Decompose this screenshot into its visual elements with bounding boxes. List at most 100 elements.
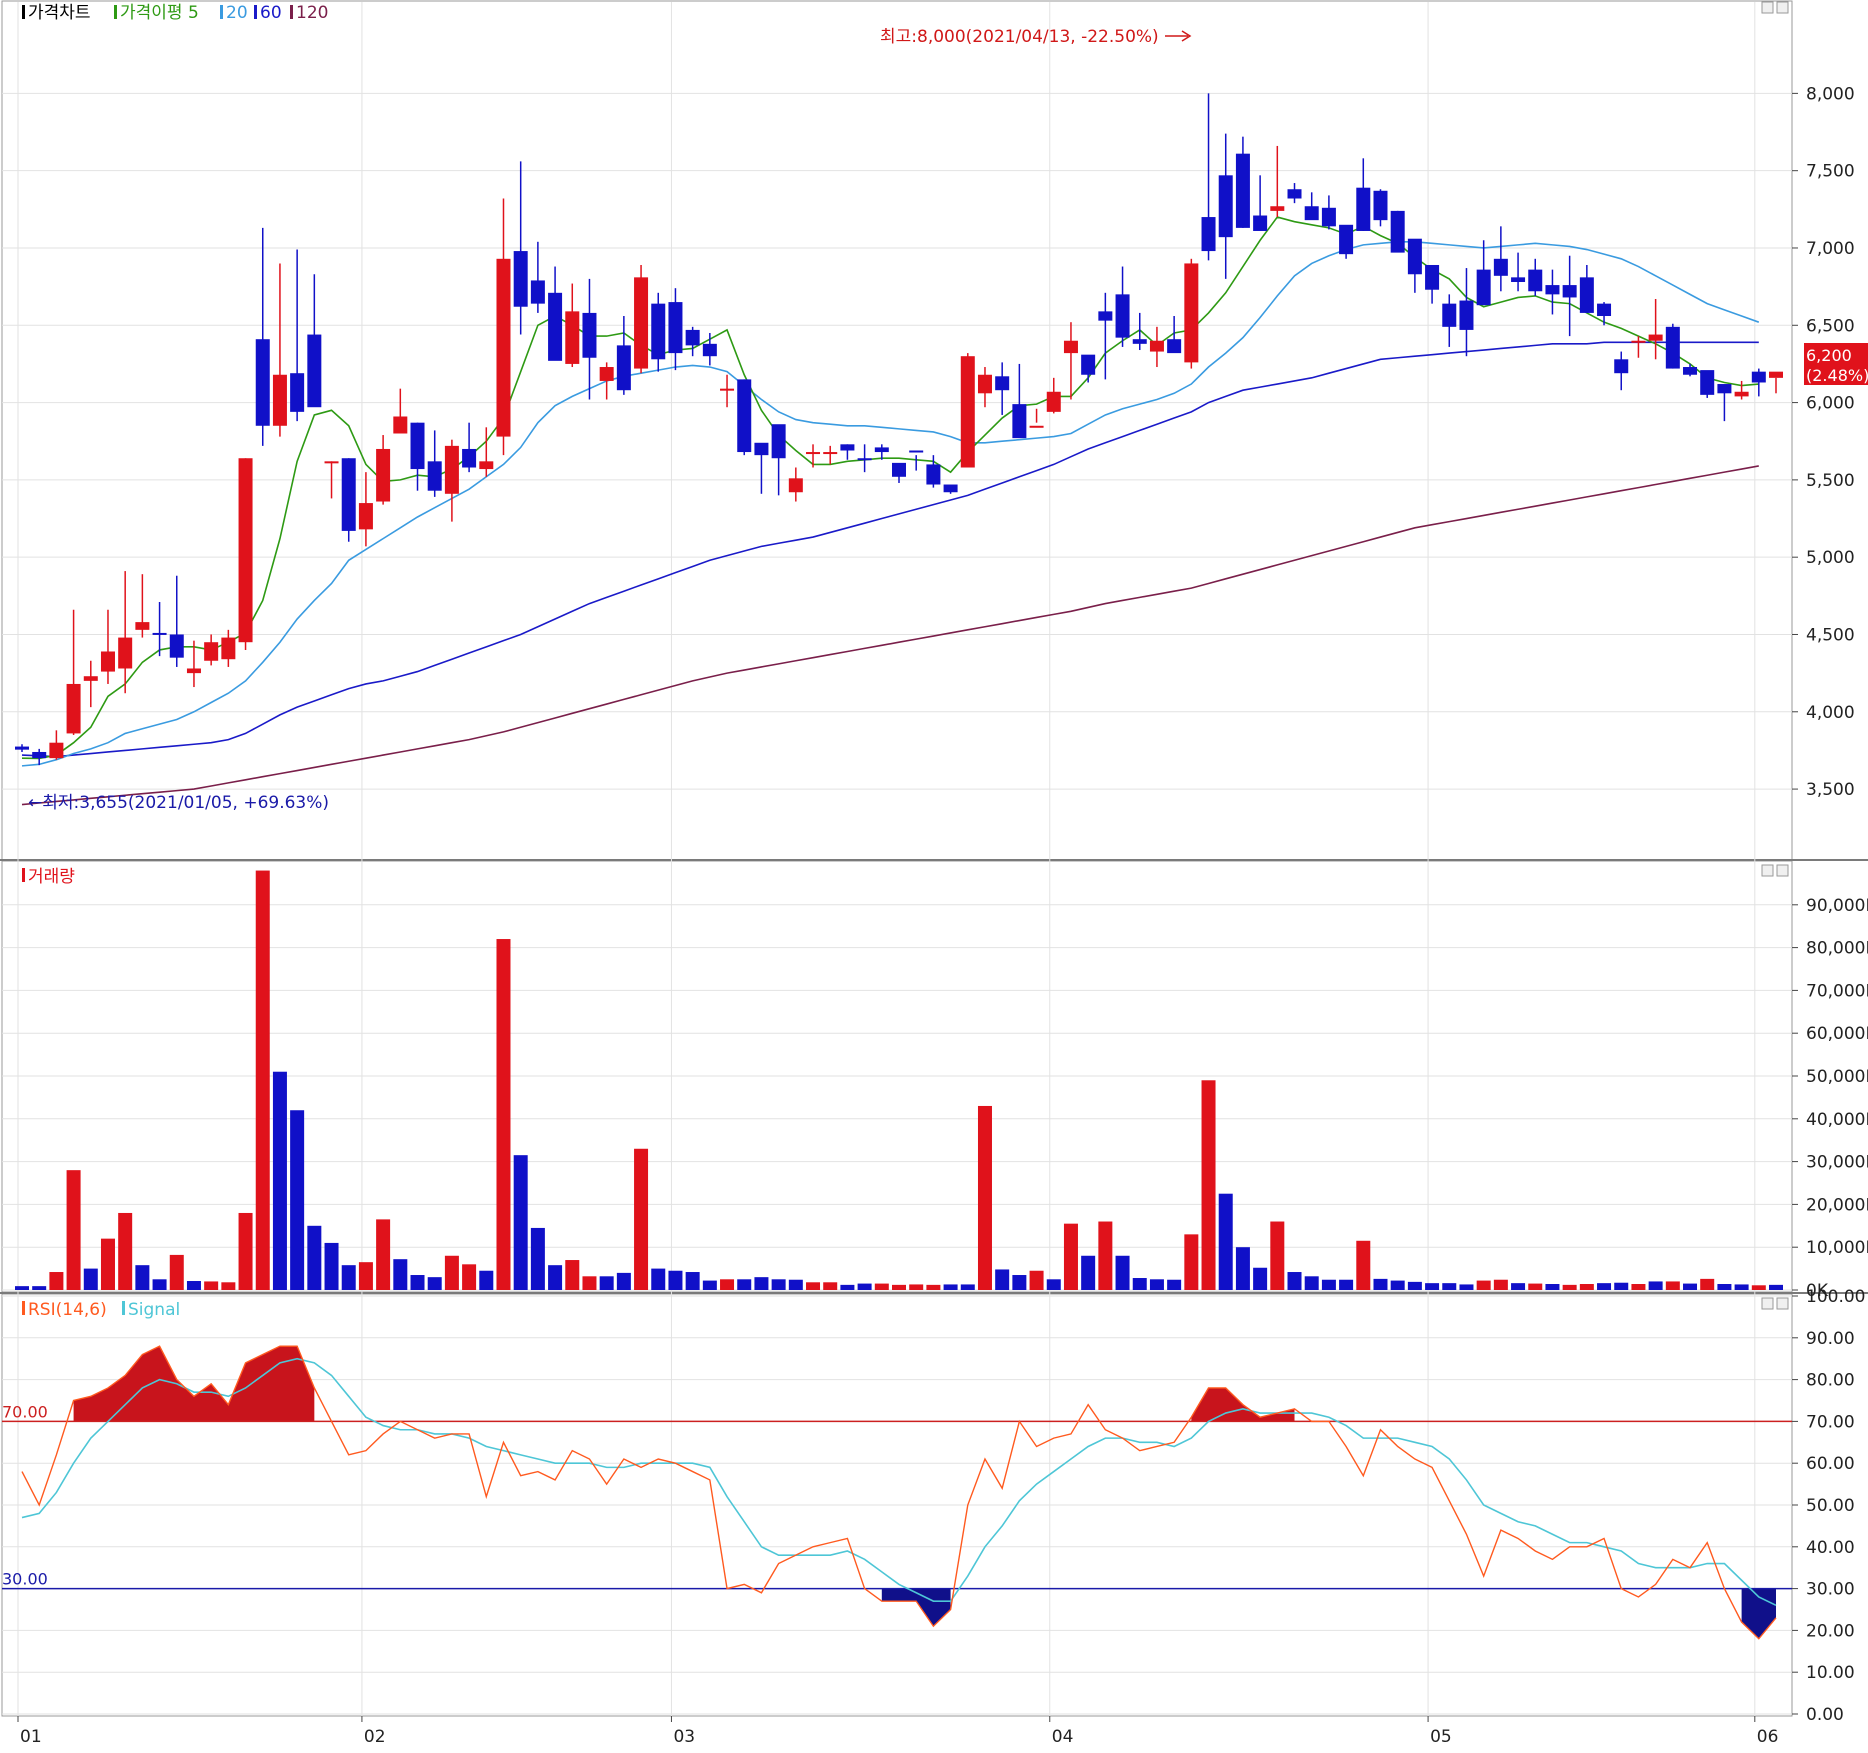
candle-body bbox=[1579, 277, 1594, 313]
candle-body bbox=[1390, 210, 1405, 253]
volume-bar bbox=[1648, 1281, 1663, 1290]
legend-swatch bbox=[122, 1301, 125, 1315]
candle-body bbox=[49, 742, 64, 759]
candle-body bbox=[599, 367, 614, 381]
legend-swatch bbox=[114, 5, 117, 19]
volume-bar bbox=[255, 870, 270, 1290]
volume-tick-label: 20,000K bbox=[1806, 1195, 1868, 1215]
volume-tick-label: 50,000K bbox=[1806, 1067, 1868, 1087]
volume-bar bbox=[840, 1284, 855, 1290]
legend-ma60-label: 60 bbox=[260, 3, 282, 23]
x-tick-label: 06 bbox=[1757, 1727, 1779, 1747]
volume-bar bbox=[1321, 1279, 1336, 1290]
volume-tick-label: 70,000K bbox=[1806, 981, 1868, 1001]
candle-body bbox=[1046, 391, 1061, 412]
volume-bar bbox=[1425, 1283, 1440, 1290]
candle-body bbox=[238, 458, 253, 643]
volume-bar bbox=[1149, 1279, 1164, 1290]
volume-bar bbox=[307, 1225, 322, 1290]
volume-bar bbox=[1373, 1278, 1388, 1290]
candle bbox=[1390, 210, 1405, 253]
candle-body bbox=[857, 458, 872, 461]
volume-bar bbox=[1631, 1284, 1646, 1290]
volume-bar bbox=[1270, 1221, 1285, 1290]
rsi-level-label: 30.00 bbox=[2, 1570, 48, 1589]
candle bbox=[1339, 224, 1354, 259]
volume-bar bbox=[290, 1110, 305, 1290]
volume-bar bbox=[943, 1284, 958, 1290]
candle bbox=[1184, 258, 1199, 369]
candle-body bbox=[1407, 238, 1422, 275]
volume-bar bbox=[1769, 1284, 1783, 1290]
candle-body bbox=[651, 303, 666, 360]
close-icon[interactable] bbox=[1776, 864, 1789, 877]
rsi-tick-label: 40.00 bbox=[1806, 1538, 1855, 1558]
volume-bar bbox=[15, 1286, 29, 1290]
volume-bar bbox=[221, 1282, 236, 1290]
legend-volume-label: 거래량 bbox=[28, 867, 75, 887]
volume-bar bbox=[444, 1255, 459, 1290]
candle-body bbox=[83, 676, 98, 681]
volume-bar bbox=[702, 1280, 717, 1290]
candle-body bbox=[582, 312, 597, 358]
candle-body bbox=[668, 302, 683, 354]
legend-ma20-label: 20 bbox=[226, 3, 248, 23]
volume-bar bbox=[530, 1227, 545, 1290]
candle-body bbox=[530, 280, 545, 304]
candle-body bbox=[1167, 339, 1182, 354]
candle-body bbox=[926, 464, 941, 485]
last-price-value: 6,200 bbox=[1806, 346, 1852, 365]
volume-bar bbox=[977, 1105, 992, 1290]
candle-body bbox=[874, 447, 889, 453]
volume-bar bbox=[393, 1259, 408, 1290]
candle-body bbox=[1287, 189, 1302, 199]
candle-body bbox=[1700, 370, 1715, 395]
volume-bar bbox=[1734, 1284, 1749, 1290]
volume-bar bbox=[926, 1284, 941, 1290]
candle-body bbox=[1012, 404, 1027, 439]
candle-body bbox=[1184, 263, 1199, 363]
volume-bar bbox=[341, 1265, 356, 1290]
close-icon[interactable] bbox=[1776, 1297, 1789, 1310]
legend-price-label: 가격차트 bbox=[28, 3, 91, 23]
candle-body bbox=[15, 746, 29, 750]
minimize-icon[interactable] bbox=[1761, 1, 1774, 14]
volume-bar bbox=[1476, 1280, 1491, 1290]
volume-bar bbox=[874, 1283, 889, 1290]
candle-body bbox=[496, 258, 511, 437]
volume-bar bbox=[169, 1254, 184, 1290]
candle bbox=[960, 353, 975, 468]
candle-body bbox=[1063, 340, 1078, 354]
volume-bar bbox=[238, 1212, 253, 1290]
volume-bar bbox=[995, 1269, 1010, 1290]
volume-bar bbox=[204, 1281, 219, 1290]
volume-bar bbox=[427, 1277, 442, 1290]
volume-bar bbox=[1390, 1280, 1405, 1290]
volume-bar bbox=[1098, 1221, 1113, 1290]
candle-body bbox=[1270, 206, 1285, 211]
legend-swatch bbox=[290, 5, 293, 19]
candle-body bbox=[548, 292, 563, 361]
candle-body bbox=[771, 424, 786, 459]
stock-chart: 70.00 30.00 3,500 4,000 4,500 5,000 5,500 6,00… bbox=[0, 0, 1868, 1749]
rsi-level-label: 70.00 bbox=[2, 1402, 48, 1421]
minimize-icon[interactable] bbox=[1761, 1297, 1774, 1310]
minimize-icon[interactable] bbox=[1761, 864, 1774, 877]
rsi-tick-label: 20.00 bbox=[1806, 1621, 1855, 1641]
volume-bar bbox=[599, 1276, 614, 1290]
volume-tick-label: 80,000K bbox=[1806, 939, 1868, 959]
x-tick-label: 03 bbox=[673, 1727, 695, 1747]
low-annotation: ←최저:3,655(2021/01/05, +69.63%) bbox=[28, 793, 329, 813]
legend-ma5-label: 가격이평 5 bbox=[120, 3, 199, 23]
volume-bar bbox=[1132, 1278, 1147, 1290]
candle-body bbox=[513, 251, 528, 307]
x-tick-label: 05 bbox=[1430, 1727, 1452, 1747]
candle-body bbox=[1339, 224, 1354, 255]
rsi-tick-label: 50.00 bbox=[1806, 1496, 1855, 1516]
price-tick-label: 7,000 bbox=[1806, 239, 1855, 259]
volume-bar bbox=[754, 1277, 769, 1290]
volume-tick-label: 10,000K bbox=[1806, 1238, 1868, 1258]
close-icon[interactable] bbox=[1776, 1, 1789, 14]
price-tick-label: 4,000 bbox=[1806, 703, 1855, 723]
candle-body bbox=[341, 458, 356, 531]
